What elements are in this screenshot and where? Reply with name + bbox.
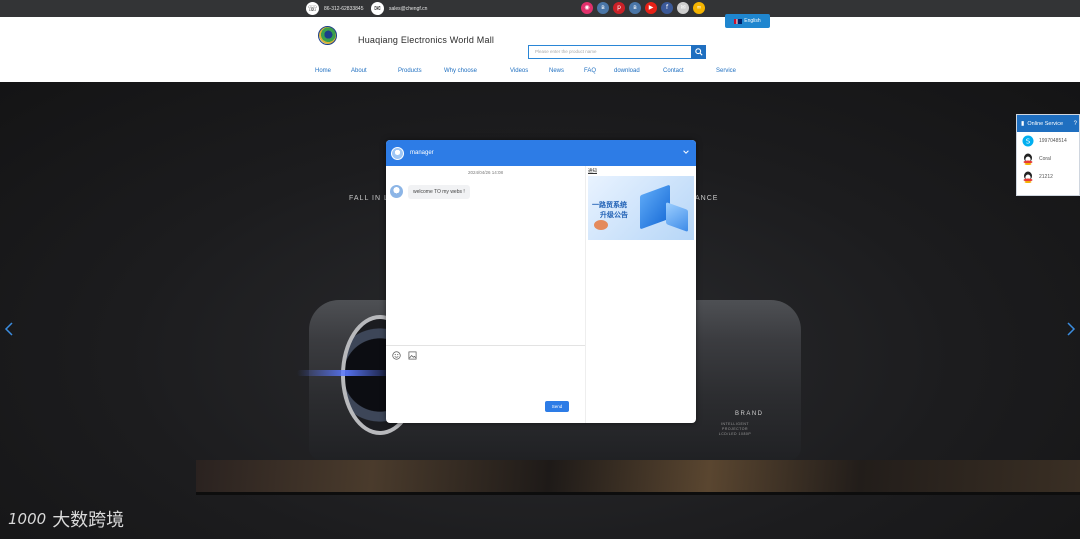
nav-item-download[interactable]: download (614, 68, 640, 74)
email-address: sales@chengf.cn (389, 5, 428, 12)
uk-flag-icon (734, 18, 743, 24)
nav-item-products[interactable]: Products (398, 68, 422, 74)
send-button[interactable]: Send (545, 401, 569, 412)
qq-icon (1021, 171, 1034, 184)
instagram-icon[interactable]: ◉ (581, 2, 593, 14)
search-input[interactable]: Please enter the product name (528, 45, 692, 59)
social-links: ◉ в p в ▶ f ✉ ∞ (581, 2, 705, 14)
nav-item-why-choose[interactable]: Why choose (444, 68, 477, 74)
notice-graphic (594, 220, 608, 230)
qq-icon (1021, 153, 1034, 166)
notice-label[interactable]: 通知 (588, 168, 597, 174)
message-avatar (390, 185, 403, 198)
phone-icon: ☏ (306, 2, 319, 15)
skype-icon: S (1021, 135, 1034, 148)
nav-item-news[interactable]: News (549, 68, 564, 74)
next-slide-icon[interactable] (1066, 322, 1076, 336)
email-share-icon[interactable]: ✉ (677, 2, 689, 14)
nav-item-home[interactable]: Home (315, 68, 331, 74)
image-upload-icon[interactable] (408, 351, 417, 360)
watermark: 1000 大数跨境 (8, 506, 124, 532)
svg-text:S: S (1025, 138, 1030, 146)
watermark-text: 大数跨境 (52, 510, 125, 531)
notice-banner[interactable]: 一路贸系统 升级公告 (588, 176, 694, 240)
mail-icon: ✉ (371, 2, 384, 15)
contact-label: 1997048514 (1039, 138, 1067, 144)
emoji-icon[interactable] (392, 351, 401, 360)
table-edge (196, 492, 1080, 495)
online-service-title: Online Service (1027, 120, 1064, 127)
message-timestamp: 2024/04/26 14:08 (467, 170, 504, 175)
chevron-down-icon[interactable] (682, 148, 690, 156)
online-service-header[interactable]: ▮ Online Service ? (1017, 115, 1079, 132)
brand-subtitle-line2: LCD/LED 1080P (718, 432, 752, 436)
facebook-icon[interactable]: f (661, 2, 673, 14)
nav-item-about[interactable]: About (351, 68, 367, 74)
notice-graphic (666, 201, 688, 233)
help-icon: ? (1073, 120, 1077, 127)
watermark-logo: 1000 (8, 510, 47, 528)
notice-line2: 升级公告 (600, 211, 628, 219)
pinterest-icon[interactable]: p (613, 2, 625, 14)
main-nav: Home About Products Why choose Videos News FAQ… (0, 68, 1080, 80)
search-icon (694, 48, 703, 56)
contact-label: Coral (1039, 156, 1051, 162)
top-bar: ☏ 86-312-62833845 ✉ sales@chengf.cn ◉ в p в… (0, 0, 1080, 17)
search-button[interactable] (691, 45, 706, 59)
chat-notice-panel: 通知 一路贸系统 升级公告 (585, 166, 696, 423)
chat-window: manager 2024/04/26 14:08 welcome TO my w… (386, 140, 696, 423)
input-divider (386, 345, 585, 346)
vk2-icon[interactable]: в (629, 2, 641, 14)
vk-icon[interactable]: в (597, 2, 609, 14)
chat-conversation: 2024/04/26 14:08 welcome TO my webs ! Se… (386, 166, 585, 423)
phone-info[interactable]: ☏ 86-312-62833845 (306, 1, 363, 16)
book-icon: ▮ (1021, 121, 1025, 127)
notice-line1: 一路贸系统 (592, 201, 627, 209)
site-logo[interactable] (318, 26, 337, 45)
chat-header[interactable]: manager (386, 140, 696, 166)
hero-slogan-left: FALL IN L (349, 195, 389, 202)
brand-subtitle-line1: INTELLIGENT PROJECTOR (720, 422, 750, 431)
share-icon[interactable]: ∞ (693, 2, 705, 14)
site-header: Huaqiang Electronics World Mall Please e… (0, 17, 1080, 82)
notice-text: 一路贸系统 升级公告 (592, 200, 628, 220)
youtube-icon[interactable]: ▶ (645, 2, 657, 14)
site-title: Huaqiang Electronics World Mall (358, 35, 495, 45)
email-info[interactable]: ✉ sales@chengf.cn (371, 1, 427, 16)
message-bubble: welcome TO my webs ! (408, 185, 470, 199)
online-service-panel: ▮ Online Service ? S 1997048514 Coral 21… (1016, 114, 1080, 196)
contact-skype[interactable]: S 1997048514 (1017, 132, 1079, 150)
nav-item-service[interactable]: Service (716, 68, 736, 74)
phone-number: 86-312-62833845 (324, 5, 364, 12)
language-label: English (744, 18, 761, 24)
prev-slide-icon[interactable] (4, 322, 14, 336)
language-selector[interactable]: English (725, 14, 770, 28)
marble-table (196, 460, 1080, 492)
agent-avatar (391, 146, 404, 160)
hero-slogan-right: ANCE (695, 195, 719, 202)
lens-glow (297, 370, 397, 376)
brand-subtitle: INTELLIGENT PROJECTOR LCD/LED 1080P (710, 422, 760, 437)
agent-name: manager (410, 150, 434, 156)
contact-qq[interactable]: Coral (1017, 150, 1079, 168)
contact-qq[interactable]: 21212 (1017, 168, 1079, 186)
contact-label: 21212 (1039, 174, 1053, 180)
nav-item-faq[interactable]: FAQ (584, 68, 596, 74)
nav-item-contact[interactable]: Contact (663, 68, 684, 74)
brand-label: BRAND (735, 411, 764, 417)
nav-item-videos[interactable]: Videos (510, 68, 528, 74)
